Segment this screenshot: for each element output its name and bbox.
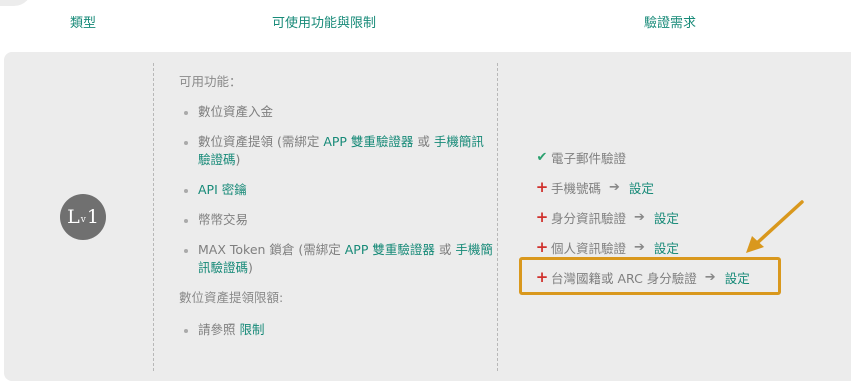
email-verify-label: 電子郵件驗證	[551, 150, 627, 166]
plus-icon: +	[535, 178, 549, 196]
column-divider	[497, 63, 498, 371]
app-2fa-link[interactable]: APP 雙重驗證器	[323, 134, 413, 149]
level-badge-number: 1	[86, 205, 99, 228]
level-1-badge: L v 1	[60, 194, 106, 240]
verify-item-phone: + 手機號碼 ➔ 設定	[535, 177, 835, 197]
or-text: 或	[434, 242, 456, 257]
national-id-set-link[interactable]: 設定	[725, 268, 750, 287]
plus-icon: +	[535, 268, 549, 286]
column-divider	[153, 63, 154, 371]
list-item: MAX Token 鎖倉 (需綁定 APP 雙重驗證器 或 手機簡訊驗證碼)	[179, 241, 494, 277]
close-paren: )	[248, 260, 253, 275]
functions-list: 數位資產入金 數位資產提領 (需綁定 APP 雙重驗證器 或 手機簡訊驗證碼) …	[179, 103, 494, 277]
or-text: 或	[413, 134, 434, 149]
verify-item-email: ✔ 電子郵件驗證	[535, 147, 835, 167]
personal-verify-label: 個人資訊驗證	[551, 240, 627, 256]
check-icon: ✔	[536, 149, 548, 165]
national-id-verify-label: 台灣國籍或 ARC 身分驗證	[551, 270, 697, 286]
refer-text: 請參照	[198, 322, 240, 337]
withdraw-limit-heading: 數位資產提領限額:	[179, 290, 284, 305]
app-2fa-link[interactable]: APP 雙重驗證器	[345, 242, 435, 257]
coin-trade-text: 幣幣交易	[198, 212, 249, 227]
header-functions: 可使用功能與限制	[272, 16, 377, 31]
arrow-right-icon: ➔	[634, 209, 645, 225]
phone-set-link[interactable]: 設定	[629, 178, 654, 197]
deposit-text: 數位資產入金	[198, 104, 274, 119]
header-verification: 驗證需求	[644, 16, 697, 31]
limit-list: 請參照 限制	[179, 321, 494, 339]
arrow-right-icon: ➔	[704, 269, 716, 285]
arrow-right-icon: ➔	[634, 239, 645, 255]
list-item: API 密鑰	[179, 181, 494, 199]
callout-arrow-icon	[746, 200, 804, 253]
list-item: 請參照 限制	[179, 321, 494, 339]
limit-link[interactable]: 限制	[239, 322, 264, 337]
table-header: 類型 可使用功能與限制 驗證需求	[0, 12, 851, 32]
functions-column: 可用功能： 數位資產入金 數位資產提領 (需綁定 APP 雙重驗證器 或 手機簡…	[179, 73, 494, 351]
list-item: 數位資產入金	[179, 103, 494, 121]
plus-icon: +	[535, 238, 549, 256]
level-badge-l: L	[67, 205, 80, 228]
withdraw-text: 數位資產提領 (需綁定	[198, 134, 324, 149]
identity-verify-label: 身分資訊驗證	[551, 210, 627, 226]
level-badge-v: v	[80, 215, 86, 225]
plus-icon: +	[535, 208, 549, 226]
list-item: 幣幣交易	[179, 211, 494, 229]
list-item: 數位資產提領 (需綁定 APP 雙重驗證器 或 手機簡訊驗證碼)	[179, 133, 494, 169]
functions-heading: 可用功能：	[179, 74, 242, 89]
header-type: 類型	[70, 16, 97, 31]
close-paren: )	[235, 152, 241, 167]
phone-verify-label: 手機號碼	[551, 180, 602, 196]
arrow-right-icon: ➔	[609, 179, 620, 195]
verify-item-national-id: + 台灣國籍或 ARC 身分驗證 ➔ 設定	[535, 267, 750, 287]
api-key-link[interactable]: API 密鑰	[198, 182, 247, 197]
max-lock-text: MAX Token 鎖倉 (需綁定	[198, 242, 345, 257]
identity-set-link[interactable]: 設定	[654, 208, 679, 227]
personal-set-link[interactable]: 設定	[654, 238, 679, 257]
